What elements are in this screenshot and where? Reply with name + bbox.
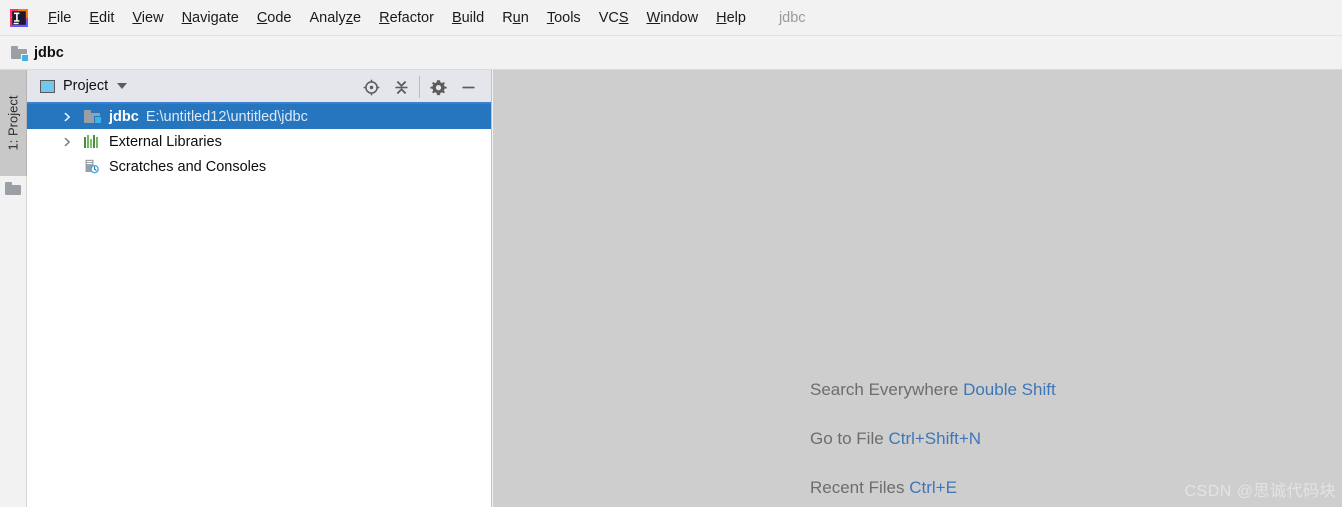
tree-row-jdbc[interactable]: jdbc E:\untitled12\untitled\jdbc [27, 104, 491, 129]
hide-panel-icon[interactable] [453, 72, 483, 102]
menu-item-help[interactable]: Help [707, 7, 755, 29]
hint-recent-files-key: Ctrl+E [909, 478, 957, 497]
menu-item-run-mnemonic: u [512, 9, 521, 26]
project-panel-actions [356, 70, 483, 104]
menu-item-code-mnemonic: C [256, 9, 268, 26]
menubar-project-name: jdbc [778, 9, 806, 26]
tree-row-jdbc-path: E:\untitled12\untitled\jdbc [145, 108, 308, 125]
hint-search-everywhere-action: Search Everywhere [810, 380, 959, 399]
menu-item-file[interactable]: File [39, 7, 80, 29]
project-panel-header: Project [27, 70, 491, 104]
menu-item-edit[interactable]: Edit [80, 7, 123, 29]
navigation-bar: jdbc [0, 36, 1342, 70]
scratches-icon [84, 159, 102, 175]
chevron-right-icon[interactable] [63, 137, 72, 146]
hint-search-everywhere: Search Everywhere Double Shift [810, 365, 1056, 414]
tool-button-project-label: 1: Project [5, 95, 21, 151]
chevron-right-icon[interactable] [63, 112, 72, 121]
menu-item-analyze[interactable]: Analyze [301, 7, 371, 29]
settings-gear-icon[interactable] [423, 72, 453, 102]
menu-item-edit-rest: dit [99, 9, 115, 26]
menu-item-analyze-mnemonic: z [345, 9, 354, 26]
menu-item-build-mnemonic: B [451, 9, 462, 26]
tree-row-scratches-and-consoles-label: Scratches and Consoles [109, 158, 267, 175]
menu-item-analyze-rest: e [353, 9, 362, 26]
editor-shortcut-hints: Search Everywhere Double Shift Go to Fil… [810, 365, 1056, 507]
project-view-icon [40, 79, 55, 93]
tree-row-scratches-and-consoles[interactable]: Scratches and Consoles [27, 154, 491, 179]
menu-item-analyze-pre: Analy [309, 9, 346, 26]
library-icon [84, 134, 102, 150]
tool-strip-folder-icon[interactable] [5, 182, 22, 196]
menu-item-code[interactable]: Code [248, 7, 301, 29]
menu-item-vcs-pre: VC [598, 9, 619, 26]
menu-item-view[interactable]: View [123, 7, 172, 29]
watermark: CSDN @思诚代码块 [1184, 483, 1336, 500]
project-panel-tab[interactable]: Project [40, 78, 128, 94]
project-tool-window: Project jdbc E:\untitled12\untitled\jdbc… [27, 70, 492, 507]
menu-item-tools-mnemonic: T [546, 9, 555, 26]
menu-item-edit-mnemonic: E [89, 9, 100, 26]
menu-item-refactor-rest: efactor [389, 9, 434, 26]
action-separator [419, 76, 420, 98]
hint-recent-files-action: Recent Files [810, 478, 905, 497]
scroll-from-source-icon[interactable] [356, 72, 386, 102]
menu-item-vcs-mnemonic: S [618, 9, 629, 26]
collapse-all-icon[interactable] [386, 72, 416, 102]
menu-item-run-rest: n [520, 9, 529, 26]
tree-row-jdbc-label: jdbc [109, 108, 139, 125]
menu-item-tools-rest: ools [554, 9, 581, 26]
breadcrumb-label: jdbc [34, 44, 64, 61]
menu-item-view-rest: iew [141, 9, 164, 26]
menu-bar: File Edit View Navigate Code Analyze Ref… [0, 0, 1342, 36]
hint-search-everywhere-key: Double Shift [963, 380, 1056, 399]
menu-item-view-mnemonic: V [132, 9, 142, 26]
breadcrumb-jdbc[interactable]: jdbc [11, 44, 64, 62]
menu-item-run[interactable]: Run [493, 7, 538, 29]
menu-item-window[interactable]: Window [638, 7, 708, 29]
left-tool-window-bar: 1: Project [0, 70, 27, 507]
menu-item-file-mnemonic: F [48, 9, 57, 26]
menu-item-vcs[interactable]: VCS [590, 7, 638, 29]
menu-item-code-rest: ode [267, 9, 292, 26]
tool-button-project[interactable]: 1: Project [0, 70, 27, 176]
hint-go-to-file-action: Go to File [810, 429, 884, 448]
menu-item-refactor[interactable]: Refactor [370, 7, 443, 29]
menu-item-build[interactable]: Build [443, 7, 493, 29]
idea-window: File Edit View Navigate Code Analyze Ref… [0, 0, 1342, 507]
hint-go-to-file-key: Ctrl+Shift+N [888, 429, 982, 448]
project-folder-icon [84, 109, 102, 125]
chevron-down-icon[interactable] [117, 83, 128, 89]
tree-row-external-libraries-label: External Libraries [109, 133, 222, 150]
project-panel-tab-label: Project [63, 78, 109, 94]
menu-item-run-pre: R [502, 9, 513, 26]
menu-item-help-rest: elp [726, 9, 746, 26]
menu-item-help-mnemonic: H [716, 9, 727, 26]
menu-item-window-rest: indow [660, 9, 699, 26]
hint-recent-files: Recent Files Ctrl+E [810, 463, 1056, 507]
intellij-idea-logo-icon [9, 8, 29, 28]
menu-item-tools[interactable]: Tools [538, 7, 590, 29]
menu-item-navigate[interactable]: Navigate [173, 7, 248, 29]
project-tree: jdbc E:\untitled12\untitled\jdbc Externa… [27, 104, 491, 179]
editor-empty-area: Search Everywhere Double Shift Go to Fil… [493, 70, 1342, 507]
folder-icon [11, 45, 29, 62]
menu-item-refactor-mnemonic: R [379, 9, 390, 26]
menu-item-file-rest: ile [56, 9, 72, 26]
menu-item-navigate-rest: avigate [192, 9, 239, 26]
menu-item-navigate-mnemonic: N [181, 9, 193, 26]
hint-go-to-file: Go to File Ctrl+Shift+N [810, 414, 1056, 463]
menu-item-build-rest: uild [461, 9, 485, 26]
tree-row-external-libraries[interactable]: External Libraries [27, 129, 491, 154]
menu-item-window-mnemonic: W [646, 9, 661, 26]
